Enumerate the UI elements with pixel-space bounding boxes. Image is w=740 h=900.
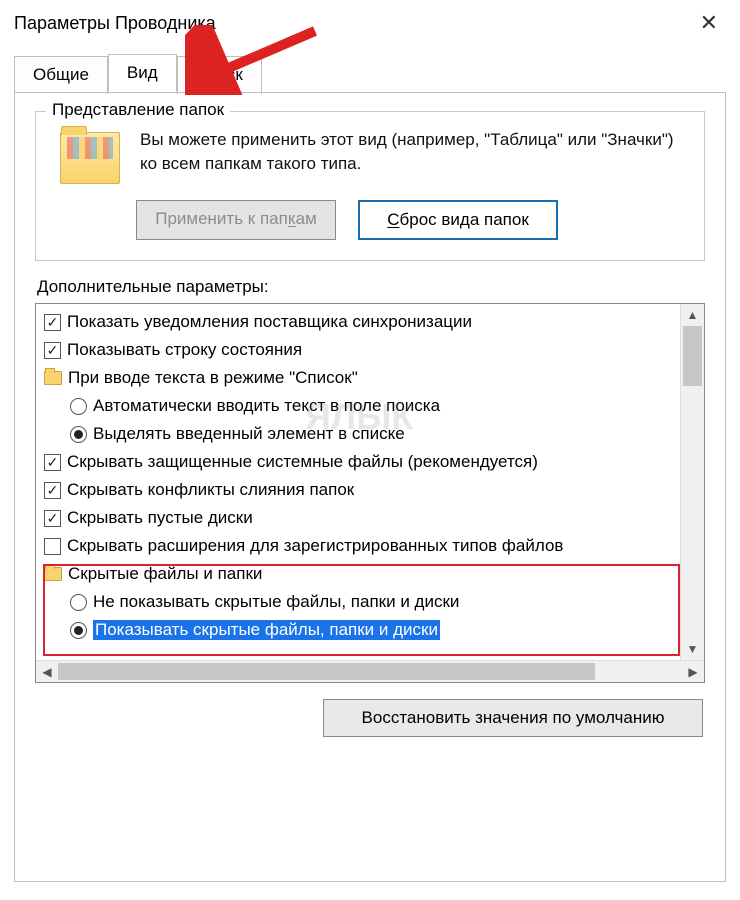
advanced-settings-label: Дополнительные параметры: <box>37 277 705 297</box>
folder-views-description: Вы можете применить этот вид (например, … <box>140 126 690 184</box>
tab-view[interactable]: Вид <box>108 54 177 92</box>
scroll-up-icon[interactable]: ▲ <box>681 304 704 326</box>
advanced-item[interactable]: Показать уведомления поставщика синхрони… <box>44 308 680 336</box>
radio[interactable] <box>70 398 87 415</box>
advanced-item-label: Скрывать конфликты слияния папок <box>67 480 354 500</box>
horizontal-scroll-thumb[interactable] <box>58 663 595 680</box>
radio[interactable] <box>70 426 87 443</box>
folder-views-legend: Представление папок <box>46 100 230 120</box>
checkbox[interactable] <box>44 314 61 331</box>
advanced-item-label: Выделять введенный элемент в списке <box>93 424 405 444</box>
advanced-item[interactable]: Скрывать защищенные системные файлы (рек… <box>44 448 680 476</box>
horizontal-scrollbar[interactable]: ◀ ▶ <box>36 660 704 682</box>
tab-general[interactable]: Общие <box>14 56 108 94</box>
advanced-item-label: Скрытые файлы и папки <box>68 564 262 584</box>
advanced-item-label: Автоматически вводить текст в поле поиск… <box>93 396 440 416</box>
tab-search[interactable]: Поиск <box>177 56 262 94</box>
advanced-item[interactable]: Выделять введенный элемент в списке <box>44 420 680 448</box>
advanced-item[interactable]: Не показывать скрытые файлы, папки и дис… <box>44 588 680 616</box>
advanced-item-label: При вводе текста в режиме "Список" <box>68 368 358 388</box>
scroll-left-icon[interactable]: ◀ <box>36 665 58 679</box>
checkbox[interactable] <box>44 454 61 471</box>
window-title: Параметры Проводника <box>14 13 216 34</box>
tab-bar: Общие Вид Поиск <box>14 54 740 92</box>
checkbox[interactable] <box>44 538 61 555</box>
advanced-item[interactable]: Скрывать пустые диски <box>44 504 680 532</box>
close-icon[interactable]: ✕ <box>694 10 724 36</box>
checkbox[interactable] <box>44 510 61 527</box>
advanced-item[interactable]: Показывать строку состояния <box>44 336 680 364</box>
vertical-scrollbar[interactable]: ▲ ▼ <box>680 304 704 660</box>
advanced-item-label: Скрывать защищенные системные файлы (рек… <box>67 452 538 472</box>
vertical-scroll-thumb[interactable] <box>683 326 702 386</box>
checkbox[interactable] <box>44 482 61 499</box>
advanced-item-label: Не показывать скрытые файлы, папки и дис… <box>93 592 459 612</box>
radio[interactable] <box>70 594 87 611</box>
reset-folders-button[interactable]: Сброс вида папок <box>358 200 558 240</box>
advanced-item-label: Скрывать пустые диски <box>67 508 253 528</box>
checkbox[interactable] <box>44 342 61 359</box>
scroll-down-icon[interactable]: ▼ <box>681 638 704 660</box>
advanced-item[interactable]: При вводе текста в режиме "Список" <box>44 364 680 392</box>
tab-panel-view: Представление папок Вы можете применить … <box>14 92 726 882</box>
advanced-item[interactable]: Скрывать конфликты слияния папок <box>44 476 680 504</box>
folder-icon <box>60 132 120 184</box>
advanced-item[interactable]: Автоматически вводить текст в поле поиск… <box>44 392 680 420</box>
advanced-item-label: Показывать строку состояния <box>67 340 302 360</box>
restore-defaults-button[interactable]: Восстановить значения по умолчанию <box>323 699 703 737</box>
apply-to-folders-button: Применить к папкам <box>136 200 336 240</box>
radio[interactable] <box>70 622 87 639</box>
advanced-item-label: Показывать скрытые файлы, папки и диски <box>93 620 440 640</box>
advanced-settings-list: Показать уведомления поставщика синхрони… <box>35 303 705 683</box>
advanced-item[interactable]: Показывать скрытые файлы, папки и диски <box>44 616 680 644</box>
folder-views-group: Представление папок Вы можете применить … <box>35 111 705 261</box>
advanced-item[interactable]: Скрытые файлы и папки <box>44 560 680 588</box>
advanced-item-label: Показать уведомления поставщика синхрони… <box>67 312 472 332</box>
advanced-item[interactable]: Скрывать расширения для зарегистрированн… <box>44 532 680 560</box>
scroll-right-icon[interactable]: ▶ <box>682 665 704 679</box>
folder-group-icon <box>44 567 62 581</box>
advanced-item-label: Скрывать расширения для зарегистрированн… <box>67 536 563 556</box>
folder-group-icon <box>44 371 62 385</box>
